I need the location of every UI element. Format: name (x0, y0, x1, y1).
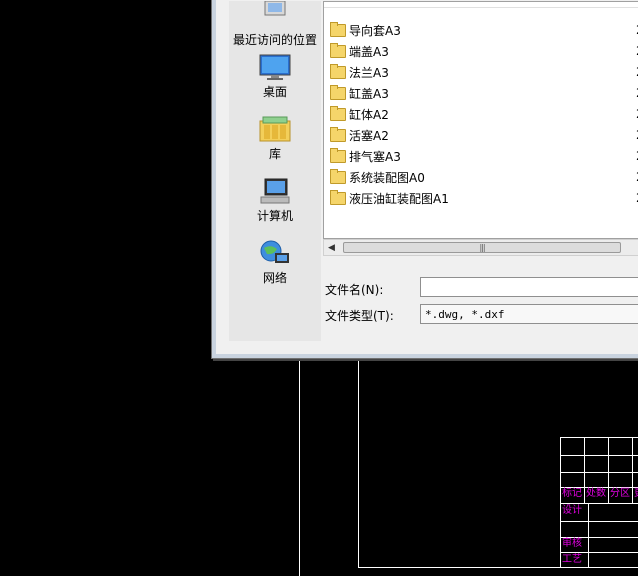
place-label: 网络 (262, 271, 287, 285)
place-label: 库 (268, 147, 281, 161)
folder-icon (330, 42, 346, 58)
place-label: 计算机 (256, 209, 293, 223)
list-item[interactable]: 端盖A3 (330, 41, 389, 61)
tb-design: 设计 (562, 505, 582, 516)
recent-places-icon (259, 0, 291, 29)
list-item[interactable]: 系统装配图A0 (330, 167, 425, 187)
folder-icon (330, 147, 346, 163)
list-item[interactable]: 法兰A3 (330, 62, 389, 82)
cad-frame-bottom (358, 567, 638, 568)
place-library[interactable]: 库 (229, 115, 321, 162)
library-icon (259, 115, 291, 143)
place-label: 桌面 (262, 85, 287, 99)
tb-mark: 标记 (562, 488, 582, 499)
computer-icon (259, 177, 291, 205)
place-recent[interactable]: 最近访问的位置 (229, 0, 321, 48)
filetype-select[interactable]: *.dwg, *.dxf (420, 304, 638, 324)
tb-zone: 分区 (610, 488, 630, 499)
folder-icon (330, 21, 346, 37)
column-header[interactable] (324, 2, 638, 8)
title-block: 标记 处数 分区 更 设计 审核 工艺 (560, 437, 638, 567)
filetype-label: 文件类型(T): (325, 309, 394, 323)
file-list[interactable]: 导向套A3 端盖A3 法兰A3 缸盖A3 缸体A2 活塞A2 排气塞A3 系统装… (323, 1, 638, 239)
folder-icon (330, 63, 346, 79)
filename-input[interactable] (420, 277, 638, 297)
place-network[interactable]: 网络 (229, 239, 321, 286)
tb-count: 处数 (586, 488, 606, 499)
horizontal-scrollbar[interactable]: ◀ ||| (323, 239, 638, 256)
list-item[interactable]: 排气塞A3 (330, 146, 401, 166)
folder-icon (330, 189, 346, 205)
folder-icon (330, 126, 346, 142)
place-desktop[interactable]: 桌面 (229, 53, 321, 100)
cad-border-left (299, 355, 300, 576)
filename-label: 文件名(N): (325, 283, 384, 297)
tb-process: 工艺 (562, 554, 582, 565)
list-item[interactable]: 导向套A3 (330, 20, 401, 40)
folder-icon (330, 105, 346, 121)
grip-icon: ||| (479, 243, 485, 252)
folder-icon (330, 84, 346, 100)
place-label: 最近访问的位置 (232, 33, 317, 47)
list-item[interactable]: 缸盖A3 (330, 83, 389, 103)
list-item[interactable]: 活塞A2 (330, 125, 389, 145)
tb-change: 更 (634, 488, 638, 500)
open-file-dialog: 最近访问的位置 桌面 库 计算机 网络 导向套A3 端盖A3 法兰A3 缸盖A3… (211, 0, 638, 359)
scroll-left-icon[interactable]: ◀ (328, 243, 335, 253)
cad-frame-left (358, 355, 359, 568)
scrollbar-thumb[interactable]: ||| (343, 242, 621, 253)
network-icon (259, 239, 291, 267)
list-item[interactable]: 缸体A2 (330, 104, 389, 124)
folder-icon (330, 168, 346, 184)
tb-review: 审核 (562, 538, 582, 549)
place-computer[interactable]: 计算机 (229, 177, 321, 224)
list-item[interactable]: 液压油缸装配图A1 (330, 188, 449, 208)
desktop-icon (259, 53, 291, 81)
places-bar: 最近访问的位置 桌面 库 计算机 网络 (229, 0, 321, 341)
